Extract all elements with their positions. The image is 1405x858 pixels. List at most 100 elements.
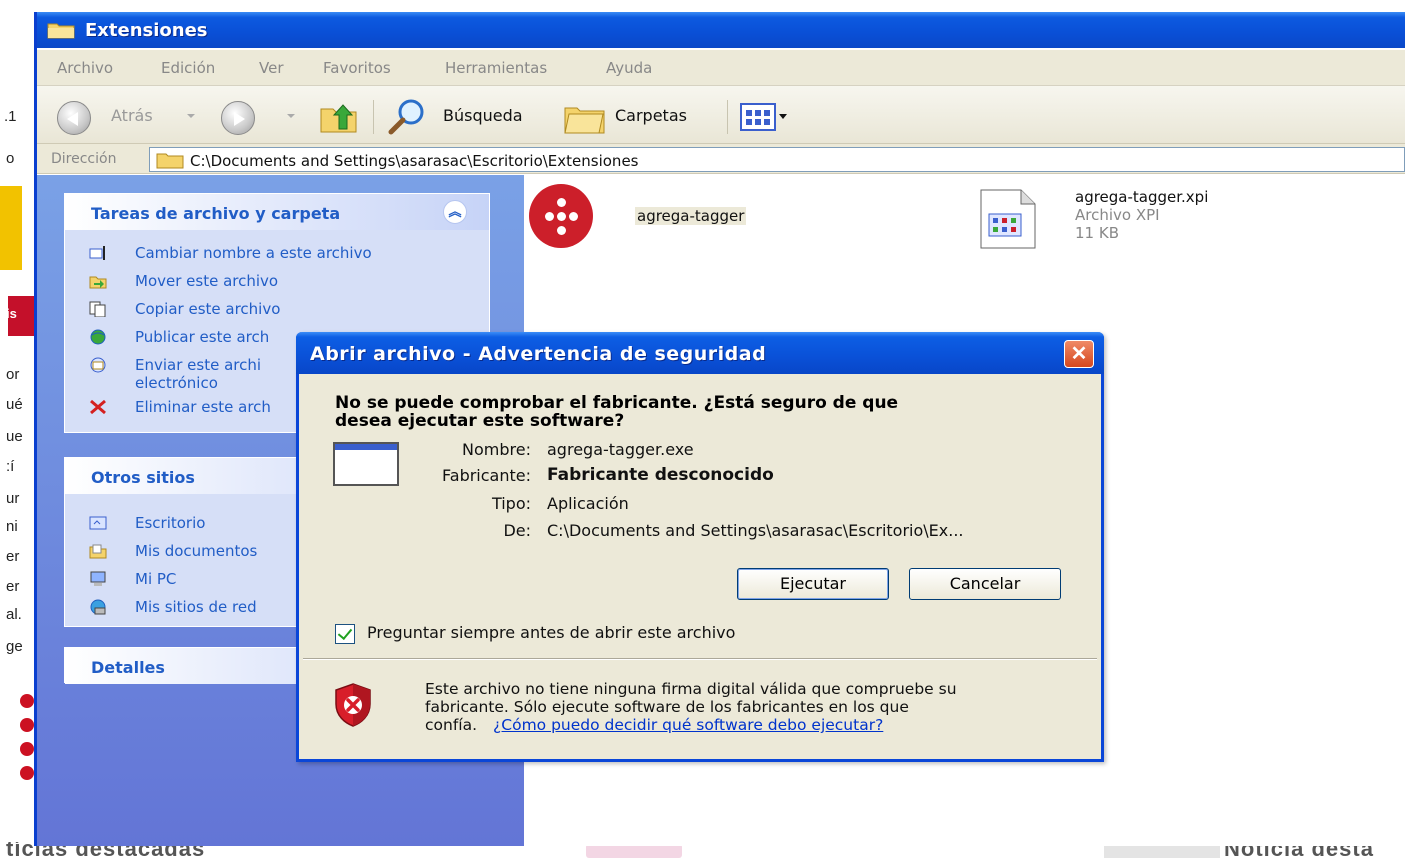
background-bullet	[20, 766, 34, 780]
address-input[interactable]: C:\Documents and Settings\asarasac\Escri…	[149, 147, 1405, 172]
xpi-file-size: 11 KB	[1075, 224, 1119, 242]
xpi-file-type: Archivo XPI	[1075, 206, 1160, 224]
close-icon[interactable]: ✕	[1064, 340, 1094, 368]
file-tasks-header[interactable]: Tareas de archivo y carpeta ︽	[65, 194, 489, 230]
place-network-label: Mis sitios de red	[135, 598, 257, 616]
always-ask-label[interactable]: Preguntar siempre antes de abrir este ar…	[367, 623, 735, 642]
explorer-title: Extensiones	[85, 20, 208, 41]
other-places-title: Otros sitios	[91, 468, 195, 487]
dialog-question: No se puede comprobar el fabricante. ¿Es…	[335, 394, 1055, 430]
back-dropdown-icon[interactable]	[187, 114, 195, 118]
menu-bar: Archivo Edición Ver Favoritos Herramient…	[37, 50, 1405, 86]
background-tab	[1104, 844, 1220, 858]
task-copy-label: Copiar este archivo	[135, 300, 281, 318]
warning-line3-text: confía.	[425, 716, 478, 734]
globe-icon	[90, 329, 106, 345]
menu-ver[interactable]: Ver	[259, 59, 284, 77]
file-agrega-tagger[interactable]: agrega-tagger	[529, 182, 929, 252]
name-value: agrega-tagger.exe	[547, 440, 694, 459]
warning-line2: fabricante. Sólo ejecute software de los…	[425, 698, 909, 716]
file-agrega-tagger-xpi[interactable]: agrega-tagger.xpi Archivo XPI 11 KB	[977, 182, 1397, 262]
screen: .1 o is or ué ue :í ur ni er er al. ge t…	[0, 0, 1405, 858]
computer-icon	[90, 571, 106, 586]
publisher-value: Fabricante desconocido	[547, 465, 774, 485]
menu-edicion[interactable]: Edición	[161, 59, 215, 77]
back-arrow-icon[interactable]	[57, 101, 91, 135]
back-button-label[interactable]: Atrás	[111, 106, 153, 125]
forward-arrow-icon[interactable]	[221, 101, 255, 135]
copy-icon	[89, 301, 106, 317]
background-text: :í	[6, 458, 15, 475]
folders-button-label[interactable]: Carpetas	[615, 106, 687, 125]
my-documents-icon	[89, 544, 107, 559]
task-delete-label: Eliminar este arch	[135, 398, 271, 416]
security-shield-icon	[335, 683, 371, 727]
help-link[interactable]: ¿Cómo puedo decidir qué software debo ej…	[493, 716, 883, 734]
folders-icon[interactable]	[563, 100, 607, 136]
place-my-computer-label: Mi PC	[135, 570, 177, 588]
toolbar: Atrás Búsqueda Carpetas	[37, 86, 1405, 144]
search-button-label[interactable]: Búsqueda	[443, 106, 523, 125]
always-ask-checkbox[interactable]	[335, 624, 355, 644]
cancel-button[interactable]: Cancelar	[909, 568, 1061, 600]
from-key: De:	[503, 521, 531, 540]
desktop-icon	[89, 516, 107, 530]
folder-icon	[47, 23, 75, 39]
dialog-question-line1: No se puede comprobar el fabricante. ¿Es…	[335, 393, 899, 413]
background-tab	[586, 844, 682, 858]
delete-icon	[90, 399, 106, 415]
search-icon[interactable]	[387, 98, 427, 136]
background-banner	[0, 186, 22, 270]
run-button[interactable]: Ejecutar	[737, 568, 889, 600]
menu-ayuda[interactable]: Ayuda	[606, 59, 652, 77]
file-tasks-title: Tareas de archivo y carpeta	[91, 204, 341, 223]
background-text: .1	[4, 108, 17, 125]
toolbar-separator	[373, 100, 374, 134]
address-bar: Dirección C:\Documents and Settings\asar…	[37, 144, 1405, 174]
background-bullet	[20, 742, 34, 756]
type-value: Aplicación	[547, 494, 629, 513]
views-icon[interactable]	[739, 102, 789, 132]
xpi-file-icon	[980, 189, 1036, 249]
menu-herramientas[interactable]: Herramientas	[445, 59, 547, 77]
file-agrega-tagger-label: agrega-tagger	[635, 207, 747, 225]
menu-archivo[interactable]: Archivo	[57, 59, 113, 77]
dialog-title: Abrir archivo - Advertencia de seguridad	[310, 343, 767, 365]
background-text: ué	[6, 396, 23, 413]
publisher-key: Fabricante:	[442, 466, 531, 485]
from-value: C:\Documents and Settings\asarasac\Escri…	[547, 521, 964, 540]
folder-up-icon[interactable]	[319, 99, 359, 135]
background-text: ue	[6, 428, 23, 445]
explorer-titlebar[interactable]: Extensiones	[37, 12, 1405, 48]
background-text: o	[6, 150, 15, 167]
background-text: is	[6, 306, 17, 321]
collapse-icon[interactable]: ︽	[443, 200, 467, 224]
rename-icon	[89, 246, 105, 260]
name-key: Nombre:	[462, 440, 531, 459]
details-title: Detalles	[91, 658, 165, 677]
warning-line3: confía. ¿Cómo puedo decidir qué software …	[425, 716, 1085, 734]
type-key: Tipo:	[491, 494, 531, 513]
background-bullet	[20, 694, 34, 708]
menu-favoritos[interactable]: Favoritos	[323, 59, 391, 77]
dialog-titlebar[interactable]: Abrir archivo - Advertencia de seguridad…	[296, 332, 1104, 374]
task-email-label-line2: electrónico	[135, 374, 218, 392]
folder-icon	[156, 153, 184, 169]
xpi-file-name: agrega-tagger.xpi	[1075, 188, 1209, 206]
agrega-logo-icon	[529, 184, 593, 248]
dialog-question-line2: desea ejecutar este software?	[335, 411, 625, 431]
background-bullet	[20, 718, 34, 732]
toolbar-separator	[727, 100, 728, 134]
background-text: ur	[6, 490, 20, 507]
task-publish-label: Publicar este arch	[135, 328, 270, 346]
background-text: ni	[6, 518, 18, 535]
place-my-documents-label: Mis documentos	[135, 542, 258, 560]
move-icon	[89, 276, 107, 289]
address-path: C:\Documents and Settings\asarasac\Escri…	[190, 152, 639, 170]
task-move-label: Mover este archivo	[135, 272, 279, 290]
background-text: ge	[6, 638, 23, 655]
dialog-divider	[303, 658, 1097, 660]
warning-line1: Este archivo no tiene ninguna firma digi…	[425, 680, 957, 698]
task-rename-label: Cambiar nombre a este archivo	[135, 244, 372, 262]
forward-dropdown-icon[interactable]	[287, 114, 295, 118]
